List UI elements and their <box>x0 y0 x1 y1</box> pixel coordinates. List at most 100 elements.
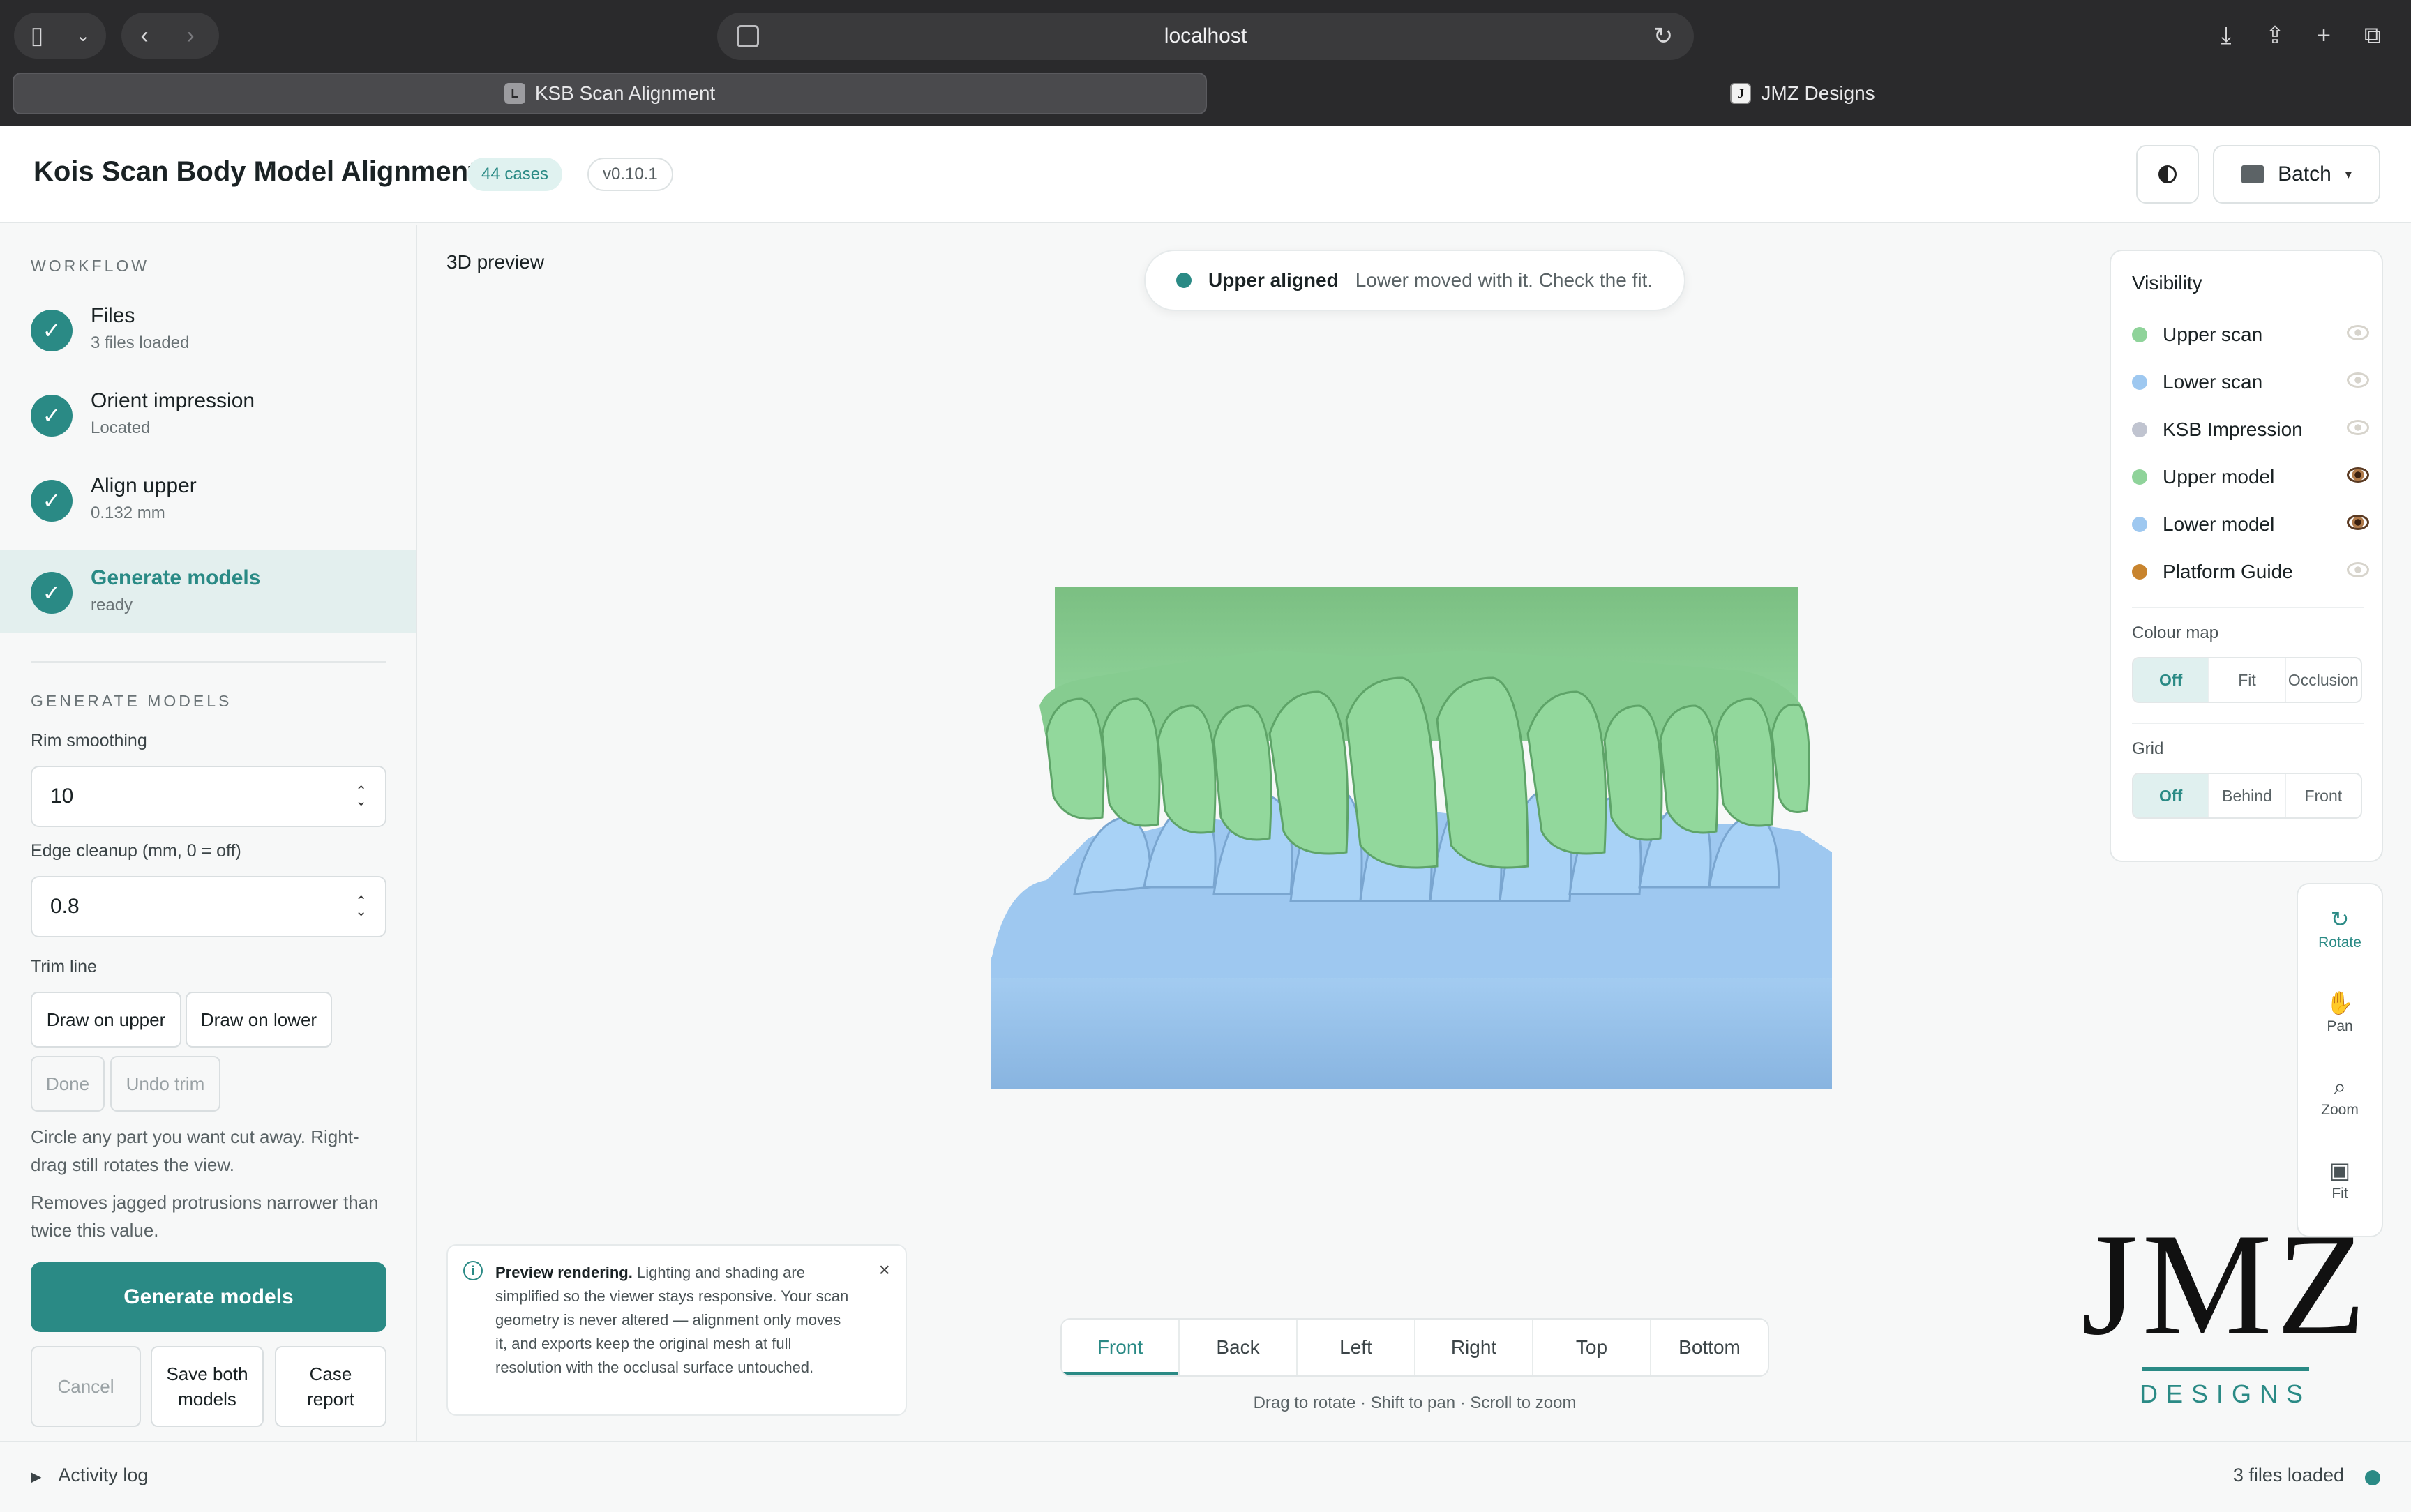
eye-icon[interactable] <box>2347 515 2369 530</box>
step-status: ready <box>91 596 133 614</box>
layer-upper-scan[interactable]: Upper scan <box>2132 321 2369 349</box>
jmz-designs-logo: JMZ DESIGNS <box>2072 1211 2379 1424</box>
layer-color-dot <box>2132 469 2147 485</box>
eye-icon[interactable] <box>2347 325 2369 340</box>
close-icon[interactable]: × <box>879 1258 890 1282</box>
logo-rule <box>2142 1367 2309 1371</box>
batch-button[interactable]: Batch ▾ <box>2213 145 2380 204</box>
tab-strip: L KSB Scan Alignment J JMZ Designs <box>13 73 2398 114</box>
rim-smoothing-input[interactable]: 10 ⌃ ⌄ <box>31 766 386 827</box>
rotate-icon: ↻ <box>2330 907 2350 932</box>
cancel-button[interactable]: Cancel <box>31 1346 141 1427</box>
divider <box>2132 607 2364 608</box>
pan-tool[interactable]: ✋ Pan <box>2298 988 2382 1035</box>
tab-jmz-designs[interactable]: J JMZ Designs <box>1207 73 2398 114</box>
layer-ksb-impression[interactable]: KSB Impression <box>2132 416 2369 444</box>
save-both-models-button[interactable]: Save both models <box>151 1346 264 1427</box>
check-icon: ✓ <box>31 310 73 351</box>
layer-platform-guide[interactable]: Platform Guide <box>2132 558 2369 586</box>
colour-map-occlusion[interactable]: Occlusion <box>2286 658 2361 702</box>
colour-map-off[interactable]: Off <box>2133 658 2210 702</box>
eye-icon[interactable] <box>2347 420 2369 435</box>
view-tab-bottom[interactable]: Bottom <box>1651 1320 1768 1375</box>
step-status: 0.132 mm <box>91 504 165 522</box>
tab-overview-icon[interactable]: ⧉ <box>2350 13 2396 59</box>
step-files[interactable]: ✓ Files 3 files loaded <box>0 287 416 371</box>
reload-icon[interactable]: ↻ <box>1649 22 1677 50</box>
layer-upper-model[interactable]: Upper model <box>2132 463 2369 491</box>
viewer[interactable]: 3D preview Upper aligned Lower moved wit… <box>419 225 2411 1441</box>
view-tab-right[interactable]: Right <box>1415 1320 1533 1375</box>
new-tab-icon[interactable]: + <box>2301 13 2347 59</box>
layer-name: Upper scan <box>2163 324 2263 345</box>
grid-toggle: Off Behind Front <box>2132 773 2362 819</box>
stepper-icon[interactable]: ⌃ ⌄ <box>355 895 367 918</box>
browser-chrome: ▯ ⌄ ‹ › localhost ↻ ⤓ ⇪ + ⧉ L KSB Scan A… <box>0 0 2411 126</box>
navigation-hint: Drag to rotate · Shift to pan · Scroll t… <box>1253 1393 1577 1412</box>
stepper-icon[interactable]: ⌃ ⌄ <box>355 785 367 808</box>
status-dot <box>1176 273 1192 288</box>
workflow-label: WORKFLOW <box>31 257 149 275</box>
chevron-down-icon[interactable]: ⌄ <box>60 13 106 59</box>
layer-lower-model[interactable]: Lower model <box>2132 511 2369 538</box>
share-icon[interactable]: ⇪ <box>2252 13 2298 59</box>
eye-icon[interactable] <box>2347 562 2369 577</box>
site-settings-icon[interactable] <box>737 25 759 47</box>
done-button[interactable]: Done <box>31 1056 105 1112</box>
draw-on-upper-button[interactable]: Draw on upper <box>31 992 181 1048</box>
rim-smoothing-value: 10 <box>50 785 74 808</box>
workflow-sidebar: WORKFLOW ✓ Files 3 files loaded ✓ Orient… <box>0 225 417 1441</box>
grid-behind[interactable]: Behind <box>2209 774 2286 817</box>
view-tab-top[interactable]: Top <box>1533 1320 1651 1375</box>
forward-icon[interactable]: › <box>167 13 213 59</box>
grid-off[interactable]: Off <box>2133 774 2210 817</box>
address-bar[interactable]: localhost ↻ <box>717 13 1694 60</box>
zoom-tool[interactable]: ⌕ Zoom <box>2298 1071 2382 1119</box>
logo-sub: DESIGNS <box>2139 1379 2312 1408</box>
edge-cleanup-input[interactable]: 0.8 ⌃ ⌄ <box>31 876 386 937</box>
view-tab-back[interactable]: Back <box>1180 1320 1298 1375</box>
url-text: localhost <box>1164 24 1247 47</box>
sidebar-toggle-group[interactable]: ▯ ⌄ <box>14 13 106 59</box>
layer-name: Lower scan <box>2163 371 2263 393</box>
back-icon[interactable]: ‹ <box>121 13 167 59</box>
undo-trim-button[interactable]: Undo trim <box>110 1056 220 1112</box>
fit-tool[interactable]: ▣ Fit <box>2298 1155 2382 1202</box>
step-align-upper[interactable]: ✓ Align upper 0.132 mm <box>0 458 416 541</box>
edge-cleanup-value: 0.8 <box>50 895 80 918</box>
layer-name: Platform Guide <box>2163 561 2293 582</box>
theme-toggle-button[interactable] <box>2136 145 2199 204</box>
cases-badge[interactable]: 44 cases <box>467 158 563 191</box>
activity-log-toggle[interactable]: ▶ Activity log <box>31 1465 148 1486</box>
grid-front[interactable]: Front <box>2286 774 2361 817</box>
step-generate-models[interactable]: ✓ Generate models ready <box>0 550 416 633</box>
view-tab-front[interactable]: Front <box>1062 1320 1180 1375</box>
eye-icon[interactable] <box>2347 467 2369 483</box>
view-tab-left[interactable]: Left <box>1298 1320 1415 1375</box>
tab-favicon: J <box>1730 83 1752 104</box>
step-orient-impression[interactable]: ✓ Orient impression Located <box>0 372 416 456</box>
tool-rail: ↻ Rotate ✋ Pan ⌕ Zoom ▣ Fit <box>2297 883 2383 1237</box>
tab-ksb-scan-alignment[interactable]: L KSB Scan Alignment <box>13 73 1207 114</box>
layer-color-dot <box>2132 327 2147 342</box>
dental-model-render[interactable] <box>991 587 1842 1089</box>
status-footer: ▶ Activity log 3 files loaded <box>0 1441 2411 1512</box>
edge-cleanup-label: Edge cleanup (mm, 0 = off) <box>31 841 241 861</box>
colour-map-fit[interactable]: Fit <box>2209 658 2286 702</box>
step-name: Orient impression <box>91 389 255 412</box>
visibility-panel: Visibility Upper scan Lower scan KSB Imp… <box>2110 250 2383 862</box>
layer-lower-scan[interactable]: Lower scan <box>2132 368 2369 396</box>
generate-models-button[interactable]: Generate models <box>31 1262 386 1332</box>
rotate-tool[interactable]: ↻ Rotate <box>2298 904 2382 951</box>
sidebar-icon[interactable]: ▯ <box>14 13 60 59</box>
grid-label: Grid <box>2132 739 2164 758</box>
tab-label: JMZ Designs <box>1761 82 1875 104</box>
caret-down-icon: ▾ <box>2345 167 2352 181</box>
layer-name: Upper model <box>2163 466 2275 487</box>
eye-icon[interactable] <box>2347 372 2369 388</box>
download-icon[interactable]: ⤓ <box>2203 13 2249 59</box>
rim-smoothing-label: Rim smoothing <box>31 731 147 750</box>
draw-on-lower-button[interactable]: Draw on lower <box>186 992 332 1048</box>
layer-name: Lower model <box>2163 513 2275 535</box>
case-report-button[interactable]: Case report <box>275 1346 386 1427</box>
